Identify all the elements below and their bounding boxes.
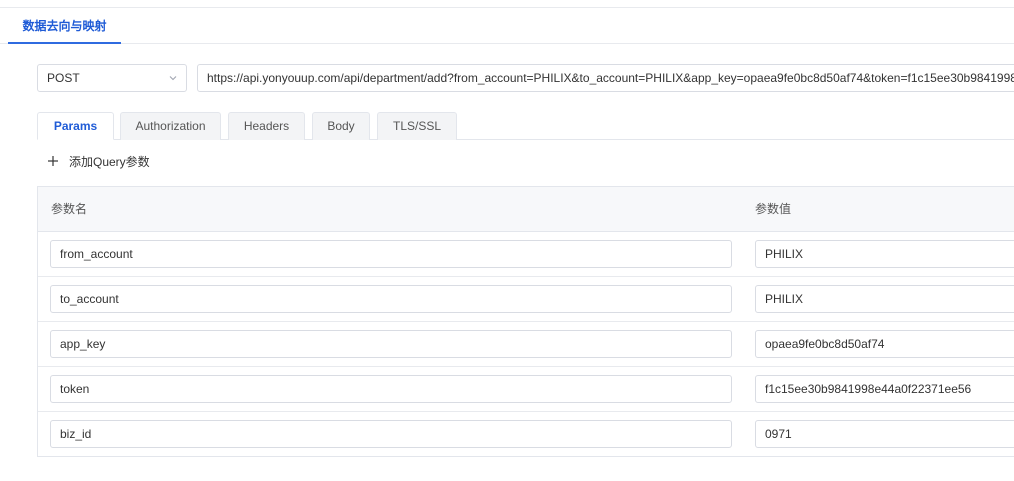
request-tabs: Params Authorization Headers Body TLS/SS… bbox=[37, 112, 1014, 140]
table-row: biz_id 0971 bbox=[38, 412, 1014, 457]
param-name-value: token bbox=[60, 382, 90, 396]
param-value-value: f1c15ee30b9841998e44a0f22371ee56 bbox=[765, 382, 972, 396]
param-value-value: PHILIX bbox=[765, 247, 804, 261]
chevron-down-icon bbox=[169, 76, 177, 81]
table-row: app_key opaea9fe0bc8d50af74 bbox=[38, 322, 1014, 367]
tab-headers[interactable]: Headers bbox=[228, 112, 305, 140]
param-value-value: PHILIX bbox=[765, 292, 804, 306]
param-name-input[interactable]: biz_id bbox=[50, 420, 732, 448]
tab-body[interactable]: Body bbox=[312, 112, 370, 140]
tab-tls-ssl[interactable]: TLS/SSL bbox=[377, 112, 457, 140]
param-value-input[interactable]: PHILIX bbox=[755, 240, 1014, 268]
param-name-input[interactable]: token bbox=[50, 375, 732, 403]
table-row: token f1c15ee30b9841998e44a0f22371ee56 bbox=[38, 367, 1014, 412]
param-name-value: to_account bbox=[60, 292, 119, 306]
table-row: from_account PHILIX bbox=[38, 232, 1014, 277]
header-param-name: 参数名 bbox=[51, 202, 88, 216]
page-tab-bar: 数据去向与映射 bbox=[0, 8, 1014, 44]
header-param-value: 参数值 bbox=[755, 202, 792, 216]
url-input[interactable]: https://api.yonyouup.com/api/department/… bbox=[197, 64, 1014, 92]
add-query-label: 添加Query参数 bbox=[69, 154, 150, 169]
param-value-input[interactable]: PHILIX bbox=[755, 285, 1014, 313]
param-value-value: opaea9fe0bc8d50af74 bbox=[765, 337, 885, 351]
tab-params[interactable]: Params bbox=[37, 112, 114, 140]
method-value: POST bbox=[47, 71, 80, 85]
plus-icon bbox=[48, 156, 58, 166]
params-table: 参数名 参数值 from_account PHILIX to_account P… bbox=[37, 186, 1014, 457]
param-value-input[interactable]: 0971 bbox=[755, 420, 1014, 448]
url-value: https://api.yonyouup.com/api/department/… bbox=[207, 71, 1014, 85]
add-query-param-button[interactable]: 添加Query参数 bbox=[47, 152, 150, 170]
param-value-input[interactable]: f1c15ee30b9841998e44a0f22371ee56 bbox=[755, 375, 1014, 403]
param-name-value: from_account bbox=[60, 247, 133, 261]
param-name-value: biz_id bbox=[60, 427, 92, 441]
param-value-input[interactable]: opaea9fe0bc8d50af74 bbox=[755, 330, 1014, 358]
param-value-value: 0971 bbox=[765, 427, 792, 441]
tab-authorization[interactable]: Authorization bbox=[120, 112, 221, 140]
method-select[interactable]: POST bbox=[37, 64, 187, 92]
table-row: to_account PHILIX bbox=[38, 277, 1014, 322]
tab-data-destination-mapping[interactable]: 数据去向与映射 bbox=[8, 8, 121, 44]
param-name-input[interactable]: app_key bbox=[50, 330, 732, 358]
param-name-input[interactable]: to_account bbox=[50, 285, 732, 313]
param-name-value: app_key bbox=[60, 337, 106, 351]
table-header: 参数名 参数值 bbox=[38, 187, 1014, 232]
param-name-input[interactable]: from_account bbox=[50, 240, 732, 268]
